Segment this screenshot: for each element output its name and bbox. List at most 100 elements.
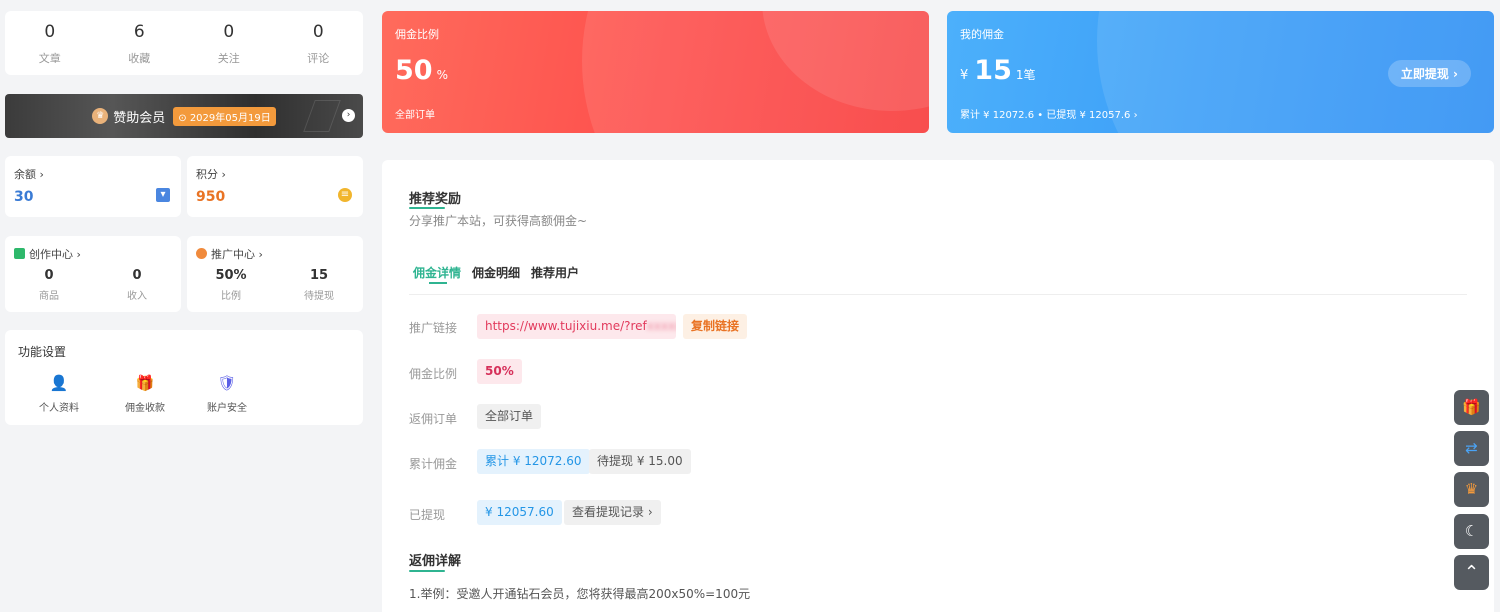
balance-value: 30 [14,189,34,205]
commission-payment-label: 佣金收款 [125,403,165,414]
promo-rate-value: 50% [215,268,247,283]
commission-banner-count: 1笔 [1015,68,1036,82]
creator-income[interactable]: 0 收入 [93,268,181,302]
commission-rate-label: 佣金比例 [409,367,458,381]
promo-rate[interactable]: 50% 比例 [187,268,275,302]
creator-center-card[interactable]: 创作中心 › 0 商品 0 收入 [5,236,181,312]
stat-value: 0 [312,22,324,42]
view-withdraw-records-button[interactable]: 查看提现记录 › [564,500,661,525]
rate-banner-title: 佣金比例 [395,28,439,41]
points-card[interactable]: 积分 › 950 ≡ [187,156,363,217]
account-security-shortcut[interactable]: 🛡 账户安全 [192,373,262,414]
vip-membership-bar[interactable]: ♛ 赞助会员 ⊙ 2029年05月19日 › [5,94,363,138]
commission-rate-value: 50% [477,359,522,384]
total-commission-value: 累计 ¥ 12072.60 [477,449,590,474]
commission-currency: ¥ [960,68,969,83]
promo-pending-value: 15 [309,268,329,283]
creator-products[interactable]: 0 商品 [5,268,93,302]
promo-pending[interactable]: 15 待提现 [275,268,363,302]
withdrawn-value: ¥ 12057.60 [477,500,562,525]
commission-banner-title: 我的佣金 [960,28,1004,41]
creator-center-title: 创作中心 › [14,246,81,262]
diamond-decoration [303,100,341,132]
rate-banner-value-wrap: 50% [395,55,448,86]
rebate-details-title: 返佣详解 [409,554,462,569]
gift-icon: 🎁 [135,374,155,392]
promotion-center-label: 推广中心 › [211,248,263,261]
section-title-underline [409,207,445,209]
promo-link-masked: xxxxxxxx [646,319,676,333]
stat-label: 文章 [38,52,61,65]
stat-favorites[interactable]: 6 收藏 [95,11,185,75]
user-stats-card: 0 文章 6 收藏 0 关注 0 评论 [5,11,363,75]
shield-icon: 🛡 [217,374,237,392]
commission-banner-sub[interactable]: 累计 ¥ 12072.6 • 已提现 ¥ 12057.6 › [960,106,1138,121]
creator-center-label: 创作中心 › [29,248,81,261]
total-commission-label: 累计佣金 [409,457,458,471]
stat-label: 评论 [307,52,330,65]
promotion-center-card[interactable]: 推广中心 › 50% 比例 15 待提现 [187,236,363,312]
section-title: 推荐奖励 [409,192,462,207]
account-security-label: 账户安全 [207,403,247,414]
chevron-right-icon[interactable]: › [342,109,355,122]
stat-comments[interactable]: 0 评论 [274,11,364,75]
tab-referred-users[interactable]: 推荐用户 [531,264,579,281]
stat-value: 0 [44,22,56,42]
promo-link-label: 推广链接 [409,321,458,335]
section-description: 分享推广本站，可获得高额佣金~ [409,214,588,228]
active-tab-indicator [429,282,447,284]
referral-rewards-panel: 推荐奖励 分享推广本站，可获得高额佣金~ 佣金详情 佣金明细 推荐用户 推广链接… [382,160,1494,612]
creator-income-label: 收入 [127,291,147,302]
vip-title: 赞助会员 [113,110,166,126]
vip-expiry-badge: ⊙ 2029年05月19日 [173,106,276,126]
profile-shortcut[interactable]: 👤 个人资料 [24,373,94,414]
points-value: 950 [196,189,226,205]
balance-label: 余额 › [14,168,44,181]
pending-withdrawal-value: 待提现 ¥ 15.00 [589,449,691,474]
user-profile-icon: 👤 [49,374,69,392]
copy-link-button[interactable]: 复制链接 [683,314,748,339]
creator-income-value: 0 [132,268,142,283]
promo-pending-label: 待提现 [304,291,334,302]
rebate-orders-label: 返佣订单 [409,412,458,426]
withdraw-button[interactable]: 立即提现 › [1387,60,1471,87]
balance-card[interactable]: 余额 › 30 ▾ [5,156,181,217]
wallet-icon: ▾ [156,188,170,202]
commission-payment-shortcut[interactable]: 🎁 佣金收款 [110,373,180,414]
tab-commission-records[interactable]: 佣金明细 [472,264,520,281]
promo-link-value: https://www.tujixiu.me/?ref [485,319,647,333]
rebate-orders-value: 全部订单 [477,404,542,429]
stat-following[interactable]: 0 关注 [184,11,274,75]
promo-rate-label: 比例 [221,291,241,302]
rebate-details-underline [409,570,445,572]
stat-value: 0 [223,22,235,42]
stat-label: 收藏 [128,52,151,65]
crown-icon: ♛ [92,108,109,124]
rebate-example-text: 1.举例：受邀人开通钻石会员，您将获得最高200x50%=100元 [409,587,751,601]
commission-banner-value-wrap: ¥15 1笔 [960,55,1036,86]
stat-articles[interactable]: 0 文章 [5,11,95,75]
gift-icon[interactable]: 🎁 [1454,390,1489,425]
function-settings-card: 功能设置 👤 个人资料 🎁 佣金收款 🛡 账户安全 [5,330,363,425]
promo-link-field[interactable]: https://www.tujixiu.me/?refxxxxxxxx [477,314,676,339]
rate-banner-sub: 全部订单 [395,110,435,121]
crown-icon[interactable]: ♛ [1454,472,1489,507]
rate-banner-unit: % [436,68,448,82]
creator-products-label: 商品 [39,291,59,302]
rate-banner-value: 50 [395,55,433,86]
tab-divider [409,294,1467,295]
shuffle-icon[interactable]: ⇄ [1454,431,1489,466]
promotion-center-title: 推广中心 › [196,246,263,262]
profile-label: 个人资料 [39,403,79,414]
points-label: 积分 › [196,168,226,181]
tab-commission-details[interactable]: 佣金详情 [413,264,461,281]
my-commission-banner: 我的佣金 ¥15 1笔 累计 ¥ 12072.6 • 已提现 ¥ 12057.6 … [947,11,1494,133]
coins-icon: ≡ [338,188,352,202]
creator-products-value: 0 [44,268,54,283]
store-icon [14,248,25,259]
commission-banner-value: 15 [974,55,1012,86]
stat-value: 6 [133,22,145,42]
function-settings-title: 功能设置 [18,345,67,359]
chevron-up-icon[interactable]: ⌃ [1454,555,1489,590]
moon-icon[interactable]: ☾ [1454,514,1489,549]
